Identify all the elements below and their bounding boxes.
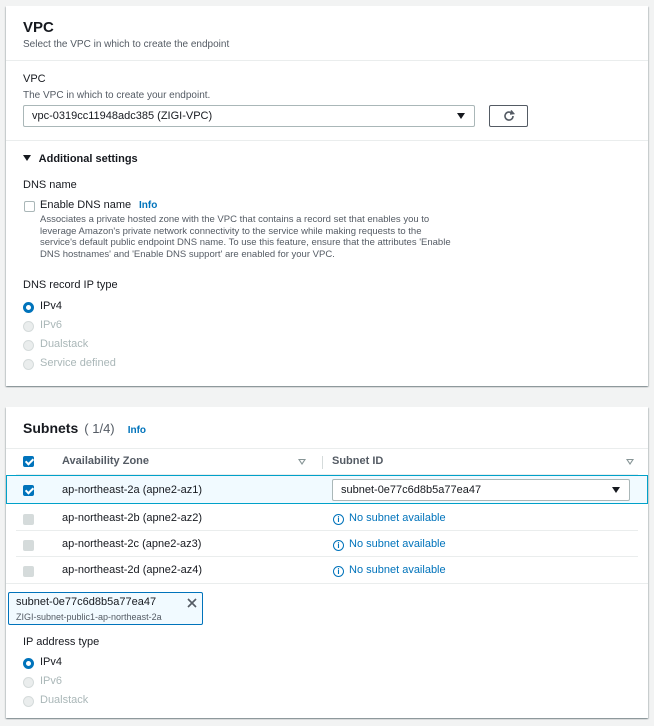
caret-down-icon (612, 487, 620, 493)
description-line: service's default public endpoint DNS na… (40, 237, 451, 248)
divider (6, 448, 648, 449)
sort-icon[interactable] (626, 459, 634, 465)
subnets-title: Subnets (23, 420, 79, 436)
row-checkbox[interactable] (23, 540, 34, 551)
column-divider (322, 456, 323, 469)
vpc-select[interactable]: vpc-0319cc11948adc385 (ZIGI-VPC) (23, 105, 475, 127)
ip-ipv6-label: IPv6 (40, 675, 63, 687)
no-subnet-link[interactable]: No subnet available (349, 564, 446, 576)
subnet-select[interactable]: subnet-0e77c6d8b5a77ea47 (332, 479, 630, 501)
enable-dns-checkbox[interactable] (24, 201, 35, 212)
subnets-panel: Subnets ( 1/4) Info Availability Zone Su… (6, 407, 648, 718)
additional-settings-label: Additional settings (38, 153, 138, 165)
ip-ipv4-radio[interactable] (23, 658, 34, 669)
dns-record-dualstack-label: Dualstack (40, 338, 89, 350)
enable-dns-description: Associates a private hosted zone with th… (40, 214, 451, 260)
refresh-icon (504, 109, 516, 121)
description-line: DNS hostnames' and 'Enable DNS support' … (40, 248, 335, 260)
info-icon: i (333, 514, 344, 525)
vpc-section-description: Select the VPC in which to create the en… (23, 39, 230, 50)
column-header-availability-zone[interactable]: Availability Zone (62, 455, 149, 467)
description-line: Associates a private hosted zone with th… (40, 214, 430, 225)
row-checkbox[interactable] (23, 566, 34, 577)
additional-settings-toggle[interactable]: Additional settings (23, 153, 138, 165)
dns-record-service-defined-label: Service defined (40, 357, 116, 369)
ip-ipv6-radio[interactable] (23, 677, 34, 688)
divider (6, 60, 648, 61)
dns-name-label: DNS name (23, 179, 77, 191)
dns-record-ip-type-label: DNS record IP type (23, 279, 118, 291)
info-icon: i (333, 540, 344, 551)
sort-icon[interactable] (298, 459, 306, 465)
enable-dns-info-link[interactable]: Info (139, 200, 157, 211)
ip-dualstack-label: Dualstack (40, 694, 89, 706)
column-header-subnet-id[interactable]: Subnet ID (332, 455, 383, 467)
select-all-checkbox[interactable] (23, 456, 34, 467)
row-checkbox[interactable] (23, 514, 34, 525)
availability-zone-cell: ap-northeast-2c (apne2-az3) (62, 538, 202, 550)
ip-address-type-label: IP address type (23, 636, 100, 648)
no-subnet-link[interactable]: No subnet available (349, 538, 446, 550)
vpc-label: VPC (23, 73, 46, 85)
divider (6, 140, 648, 141)
description-line: leverage Amazon's private network connec… (40, 225, 422, 237)
availability-zone-cell: ap-northeast-2a (apne2-az1) (62, 484, 203, 496)
token-subnet-id: subnet-0e77c6d8b5a77ea47 (16, 596, 157, 608)
subnets-header: Subnets ( 1/4) Info (23, 420, 146, 436)
divider (6, 583, 648, 584)
dns-record-ipv4-label: IPv4 (40, 300, 63, 312)
subnets-count: ( 1/4) (84, 421, 115, 436)
caret-down-icon (23, 155, 31, 161)
dns-record-ipv4-radio[interactable] (23, 302, 34, 313)
ip-ipv4-label: IPv4 (40, 656, 63, 668)
vpc-panel: VPC Select the VPC in which to create th… (6, 6, 648, 386)
caret-down-icon (457, 113, 465, 119)
close-icon[interactable] (187, 598, 197, 608)
refresh-button[interactable] (489, 105, 528, 127)
no-subnet-link[interactable]: No subnet available (349, 512, 446, 524)
enable-dns-label: Enable DNS name (40, 199, 132, 211)
dns-record-ipv6-radio[interactable] (23, 321, 34, 332)
vpc-section-title: VPC (23, 19, 54, 36)
vpc-select-value: vpc-0319cc11948adc385 (ZIGI-VPC) (32, 110, 213, 122)
dns-record-ipv6-label: IPv6 (40, 319, 63, 331)
ip-dualstack-radio[interactable] (23, 696, 34, 707)
row-checkbox[interactable] (23, 485, 34, 496)
subnets-info-link[interactable]: Info (128, 425, 146, 436)
token-subnet-name: ZIGI-subnet-public1-ap-northeast-2a (16, 612, 162, 622)
selected-subnet-token: subnet-0e77c6d8b5a77ea47 ZIGI-subnet-pub… (8, 592, 203, 625)
info-icon: i (333, 566, 344, 577)
dns-record-service-defined-radio[interactable] (23, 359, 34, 370)
divider (16, 556, 638, 557)
availability-zone-cell: ap-northeast-2d (apne2-az4) (62, 564, 203, 576)
dns-record-dualstack-radio[interactable] (23, 340, 34, 351)
divider (16, 530, 638, 531)
vpc-hint: The VPC in which to create your endpoint… (23, 90, 211, 101)
availability-zone-cell: ap-northeast-2b (apne2-az2) (62, 512, 203, 524)
subnet-select-value: subnet-0e77c6d8b5a77ea47 (341, 484, 482, 496)
